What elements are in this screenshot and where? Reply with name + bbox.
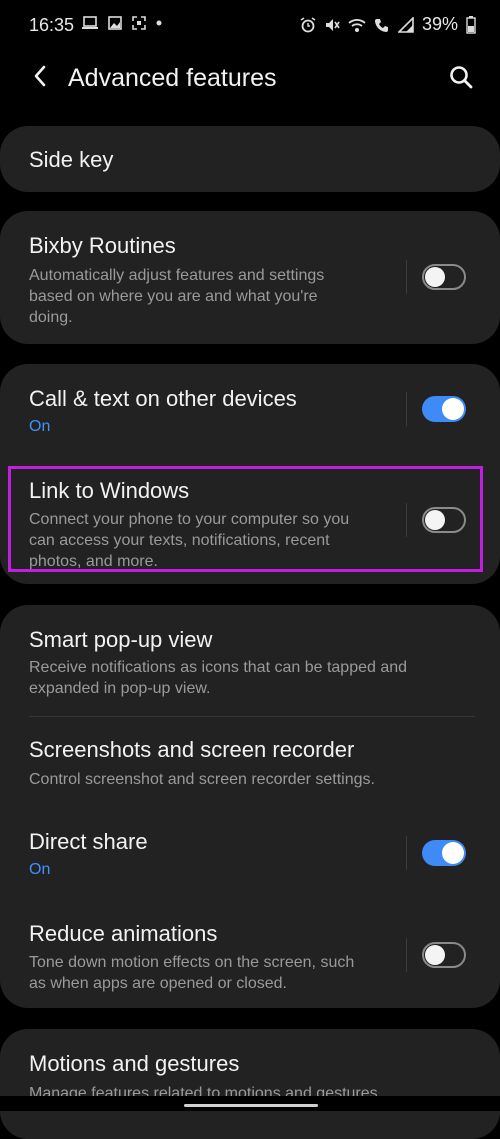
toggle-divider — [406, 836, 407, 870]
description-line: Control screenshot and screen recorder s… — [29, 771, 375, 788]
mute-icon — [325, 18, 340, 31]
setting-direct-share[interactable]: Direct share On — [0, 805, 500, 899]
status-time: 16:35 — [29, 15, 75, 35]
setting-title: Motions and gestures — [29, 1051, 240, 1076]
battery-icon — [466, 15, 476, 34]
status-left-icons — [82, 16, 162, 30]
direct-share-toggle[interactable] — [422, 840, 466, 866]
image-icon — [108, 16, 122, 30]
setting-title: Screenshots and screen recorder — [29, 737, 355, 762]
toggle-divider — [406, 392, 407, 426]
wifi-icon — [348, 18, 366, 32]
setting-description: Tone down motion effects on the screen, … — [29, 952, 354, 994]
card-display-features: Smart pop-up view Receive notifications … — [0, 605, 500, 1008]
reduce-animations-toggle[interactable] — [422, 942, 466, 968]
laptop-icon — [82, 16, 98, 29]
screenshot-icon — [132, 16, 146, 30]
setting-title: Reduce animations — [29, 921, 218, 946]
setting-description: Automatically adjust features and settin… — [29, 265, 324, 328]
card-bixby-routines: Bixby Routines Automatically adjust feat… — [0, 211, 500, 344]
home-gesture-handle[interactable] — [184, 1104, 318, 1107]
card-side-key: Side key — [0, 126, 500, 192]
back-chevron-icon[interactable] — [28, 62, 52, 90]
battery-percentage: 39% — [421, 14, 458, 34]
status-right-icons: 39% — [300, 14, 476, 35]
description-line: based on where you are and what you're — [29, 288, 318, 305]
search-icon[interactable] — [448, 64, 474, 90]
app-bar: Advanced features — [0, 52, 500, 108]
signal-icon — [397, 16, 414, 33]
setting-call-text-other-devices[interactable]: Call & text on other devices On — [0, 364, 500, 464]
setting-status: On — [29, 861, 51, 878]
card-motions-gestures: Motions and gestures Manage features rel… — [0, 1029, 500, 1139]
setting-smart-popup-view[interactable]: Smart pop-up view Receive notifications … — [0, 605, 500, 716]
setting-status: On — [29, 418, 51, 435]
toggle-knob — [425, 267, 445, 287]
setting-reduce-animations[interactable]: Reduce animations Tone down motion effec… — [0, 899, 500, 1008]
call-text-toggle[interactable] — [422, 396, 466, 422]
bixby-routines-toggle[interactable] — [422, 264, 466, 290]
description-line: as when apps are opened or closed. — [29, 975, 287, 992]
description-line: Receive notifications as icons that can … — [29, 659, 408, 676]
setting-description: Control screenshot and screen recorder s… — [29, 769, 375, 790]
toggle-divider — [406, 938, 407, 972]
setting-title: Bixby Routines — [29, 233, 176, 258]
setting-title: Call & text on other devices — [29, 386, 297, 411]
toggle-knob — [442, 398, 464, 420]
setting-title: Side key — [29, 147, 114, 172]
setting-screenshots-recorder[interactable]: Screenshots and screen recorder Control … — [0, 717, 500, 805]
navigation-bar — [0, 1096, 500, 1111]
setting-description: Receive notifications as icons that can … — [29, 657, 459, 699]
page-title: Advanced features — [68, 64, 277, 92]
description-line: Tone down motion effects on the screen, … — [29, 954, 355, 971]
description-line: doing. — [29, 309, 73, 326]
setting-title: Smart pop-up view — [29, 627, 213, 652]
status-bar: 16:35 39% — [0, 0, 500, 50]
toggle-divider — [406, 260, 407, 294]
setting-motions-gestures[interactable]: Motions and gestures Manage features rel… — [0, 1029, 500, 1139]
description-line: Automatically adjust features and settin… — [29, 267, 325, 284]
setting-title: Direct share — [29, 829, 148, 854]
dot-icon — [156, 20, 162, 26]
toggle-knob — [442, 842, 464, 864]
call-icon — [374, 18, 388, 32]
alarm-icon — [300, 16, 316, 32]
description-line: expanded in pop-up view. — [29, 680, 211, 697]
setting-bixby-routines[interactable]: Bixby Routines Automatically adjust feat… — [0, 211, 500, 344]
setting-side-key[interactable]: Side key — [0, 126, 500, 192]
toggle-knob — [425, 945, 445, 965]
highlight-box — [8, 466, 483, 572]
